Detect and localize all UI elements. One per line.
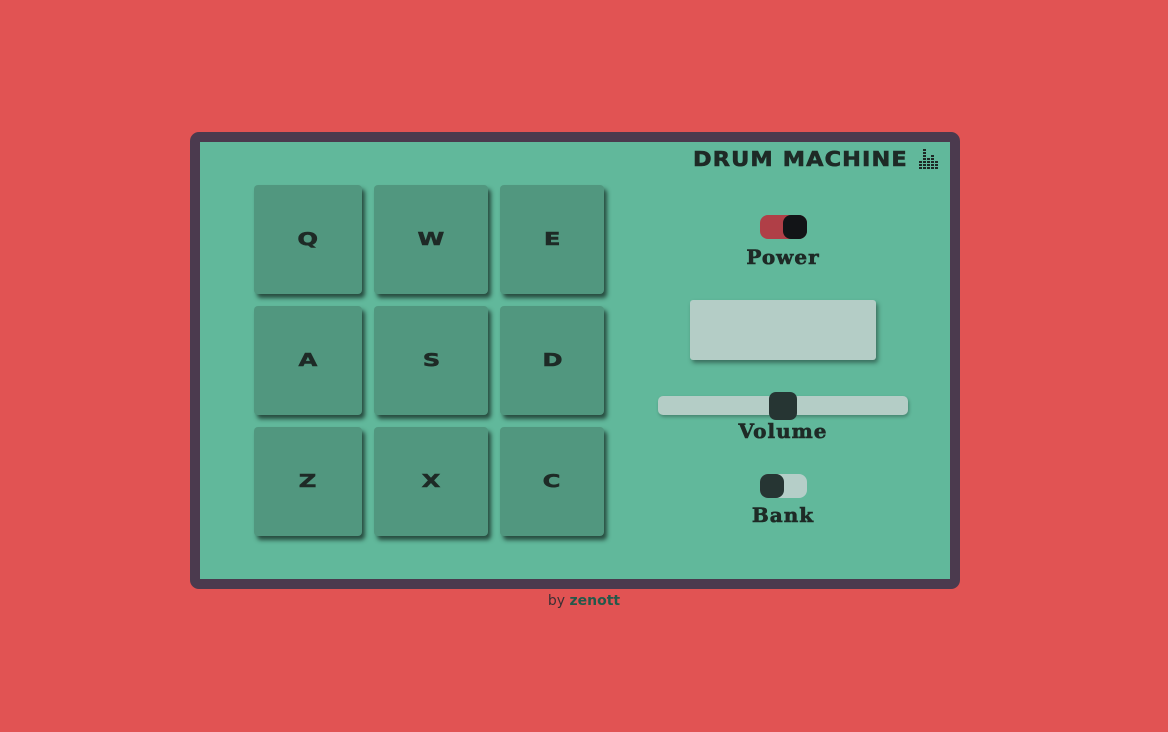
- drum-pad-label: A: [298, 350, 318, 372]
- drum-pad-d[interactable]: D: [500, 306, 604, 415]
- drum-pad-label: E: [543, 229, 561, 251]
- bank-label: Bank: [751, 503, 815, 528]
- footer-credit: by zenott: [0, 593, 1168, 609]
- drum-pad-label: S: [422, 350, 440, 372]
- drum-pad-x[interactable]: X: [374, 427, 488, 536]
- drum-pad-e[interactable]: E: [500, 185, 604, 294]
- equalizer-icon: [919, 149, 938, 169]
- drum-pad-w[interactable]: W: [374, 185, 488, 294]
- drum-pad-label: W: [417, 229, 445, 251]
- drum-pad-label: Q: [297, 229, 319, 251]
- drum-pad-q[interactable]: Q: [254, 185, 362, 294]
- drum-machine: DRUM MACHINE Q W E A S D Z X C Power Vol…: [190, 132, 960, 589]
- bank-toggle-knob[interactable]: [760, 474, 784, 498]
- power-label: Power: [746, 245, 820, 270]
- power-toggle[interactable]: [760, 215, 807, 239]
- author-link[interactable]: zenott: [570, 593, 621, 609]
- bank-toggle[interactable]: [760, 474, 807, 498]
- control-panel: Power Volume Bank: [658, 202, 908, 542]
- drum-pad-grid: Q W E A S D Z X C: [254, 185, 616, 546]
- sound-display: [690, 300, 876, 360]
- drum-pad-label: C: [543, 471, 562, 493]
- drum-pad-label: X: [421, 471, 441, 493]
- app-title: DRUM MACHINE: [693, 147, 908, 172]
- volume-label: Volume: [738, 419, 828, 444]
- volume-slider-thumb[interactable]: [769, 392, 797, 420]
- drum-pad-c[interactable]: C: [500, 427, 604, 536]
- brand-logo: DRUM MACHINE: [693, 147, 940, 171]
- drum-pad-a[interactable]: A: [254, 306, 362, 415]
- drum-pad-z[interactable]: Z: [254, 427, 362, 536]
- drum-pad-s[interactable]: S: [374, 306, 488, 415]
- drum-pad-label: D: [541, 350, 563, 372]
- volume-slider[interactable]: [658, 392, 908, 420]
- power-toggle-knob[interactable]: [783, 215, 807, 239]
- footer-by: by: [547, 593, 566, 609]
- drum-pad-label: Z: [299, 471, 317, 493]
